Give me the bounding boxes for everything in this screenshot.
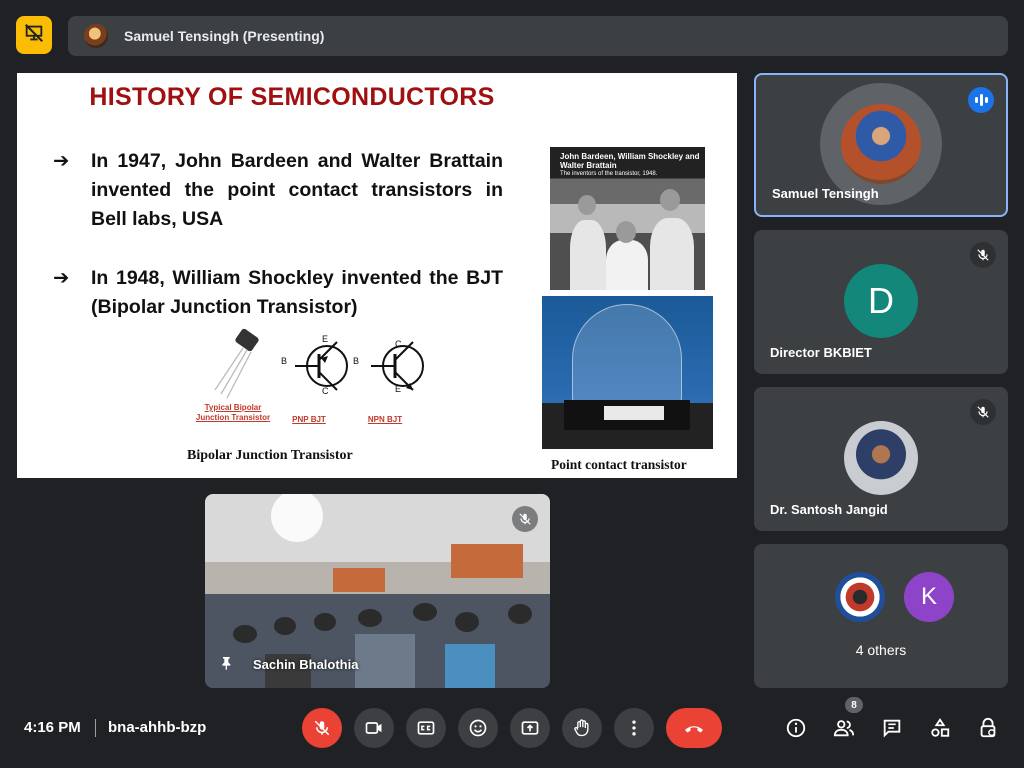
raise-hand-icon bbox=[574, 719, 589, 737]
host-controls-icon bbox=[980, 717, 996, 738]
pnp-pin-e: E bbox=[322, 334, 329, 344]
participant-tile[interactable]: Dr. Santosh Jangid bbox=[754, 387, 1008, 531]
participant-avatar bbox=[841, 104, 921, 184]
others-tile[interactable]: K 4 others bbox=[754, 544, 1008, 688]
bullet-arrow: ➔ bbox=[53, 267, 70, 289]
participant-avatar bbox=[835, 572, 885, 622]
figure-head bbox=[660, 189, 680, 211]
npn-label: NPN BJT bbox=[367, 415, 403, 424]
toggle-camera-button[interactable] bbox=[354, 708, 394, 748]
camera-feed-tile[interactable]: Sachin Bhalothia bbox=[205, 494, 550, 688]
control-bar: 4:16 PM bna-ahhb-bzp bbox=[0, 700, 1024, 756]
chat-button[interactable] bbox=[878, 714, 906, 742]
camera-participant-name: Sachin Bhalothia bbox=[253, 657, 359, 672]
participant-tile[interactable]: Samuel Tensingh bbox=[754, 73, 1008, 217]
participant-name: Director BKBIET bbox=[770, 345, 872, 360]
activities-icon bbox=[931, 718, 950, 737]
participant-tile[interactable]: D Director BKBIET bbox=[754, 230, 1008, 374]
presenter-bar[interactable]: Samuel Tensingh (Presenting) bbox=[68, 16, 1008, 56]
reactions-button[interactable] bbox=[458, 708, 498, 748]
participant-avatar: D bbox=[844, 264, 918, 338]
point-contact-transistor-photo bbox=[542, 296, 713, 449]
avatar-initial: K bbox=[920, 583, 937, 610]
inventors-photo: John Bardeen, William Shockley and Walte… bbox=[550, 147, 705, 290]
typical-bjt-label: Typical Bipolar Junction Transistor bbox=[195, 403, 271, 422]
camera-mic-off-indicator bbox=[512, 506, 538, 532]
mic-off-icon bbox=[314, 720, 330, 736]
bjt-caption: Bipolar Junction Transistor bbox=[187, 448, 353, 463]
slide-bullet: ➔ In 1947, John Bardeen and Walter Bratt… bbox=[53, 147, 503, 234]
participant-count-badge: 8 bbox=[845, 697, 863, 713]
figure-shape bbox=[570, 220, 606, 290]
pnp-pin-c: C bbox=[322, 386, 329, 396]
activities-button[interactable] bbox=[926, 714, 954, 742]
meeting-code: bna-ahhb-bzp bbox=[108, 719, 207, 736]
chat-icon bbox=[883, 719, 901, 738]
others-count-label: 4 others bbox=[855, 642, 907, 658]
npn-pin-b: B bbox=[353, 356, 360, 366]
mic-off-indicator bbox=[970, 242, 996, 268]
pin-icon[interactable] bbox=[219, 655, 235, 676]
bullet-arrow: ➔ bbox=[53, 150, 70, 172]
npn-pin-c: C bbox=[395, 339, 402, 349]
figure-head bbox=[578, 195, 596, 215]
present-screen-icon bbox=[521, 721, 539, 735]
presentation-slide: HISTORY OF SEMICONDUCTORS ➔ In 1947, Joh… bbox=[17, 73, 737, 478]
more-options-icon bbox=[632, 720, 636, 736]
presenter-label: Samuel Tensingh (Presenting) bbox=[124, 28, 325, 44]
mic-off-icon bbox=[977, 406, 989, 418]
npn-pin-e: E bbox=[395, 384, 402, 394]
participant-avatar: K bbox=[904, 572, 954, 622]
videocam-icon bbox=[365, 722, 382, 734]
captions-button[interactable] bbox=[406, 708, 446, 748]
present-now-button[interactable] bbox=[510, 708, 550, 748]
avatar-initial: D bbox=[868, 280, 894, 321]
presentation-off-icon bbox=[23, 22, 45, 49]
call-end-icon bbox=[685, 726, 703, 733]
pct-caption: Point contact transistor bbox=[551, 457, 687, 472]
mic-off-icon bbox=[519, 513, 531, 525]
inventors-photo-caption: John Bardeen, William Shockley and Walte… bbox=[560, 152, 700, 170]
leave-call-button[interactable] bbox=[666, 708, 722, 748]
mic-off-indicator bbox=[970, 399, 996, 425]
presenter-avatar bbox=[84, 24, 108, 48]
divider bbox=[95, 719, 96, 737]
slide-title: HISTORY OF SEMICONDUCTORS bbox=[89, 83, 495, 111]
participant-name: Dr. Santosh Jangid bbox=[770, 502, 888, 517]
more-options-button[interactable] bbox=[614, 708, 654, 748]
stop-presenting-button[interactable] bbox=[16, 16, 52, 54]
toggle-mic-button[interactable] bbox=[302, 708, 342, 748]
figure-head bbox=[616, 221, 636, 243]
mic-off-icon bbox=[977, 249, 989, 261]
captions-icon bbox=[417, 721, 435, 735]
participant-name: Samuel Tensingh bbox=[772, 186, 879, 201]
speaking-icon bbox=[968, 87, 994, 113]
figure-shape bbox=[606, 240, 648, 290]
inventors-photo-subcaption: The inventors of the transistor, 1948. bbox=[560, 171, 658, 177]
meeting-details-button[interactable] bbox=[782, 714, 810, 742]
info-icon bbox=[786, 718, 806, 738]
people-icon bbox=[833, 720, 855, 737]
figure-shape bbox=[650, 218, 694, 290]
pnp-label: PNP BJT bbox=[292, 415, 326, 424]
show-everyone-button[interactable] bbox=[830, 714, 858, 742]
emoji-icon bbox=[469, 719, 487, 737]
clock: 4:16 PM bbox=[24, 719, 81, 736]
bullet-text: In 1948, William Shockley invented the B… bbox=[91, 267, 503, 318]
participant-avatar bbox=[844, 421, 918, 495]
display-plaque bbox=[604, 406, 664, 420]
bullet-text: In 1947, John Bardeen and Walter Brattai… bbox=[91, 150, 503, 230]
host-controls-button[interactable] bbox=[974, 714, 1002, 742]
raise-hand-button[interactable] bbox=[562, 708, 602, 748]
glass-dome bbox=[572, 304, 682, 404]
pnp-pin-b: B bbox=[281, 356, 288, 366]
slide-bullet: ➔ In 1948, William Shockley invented the… bbox=[53, 264, 503, 322]
